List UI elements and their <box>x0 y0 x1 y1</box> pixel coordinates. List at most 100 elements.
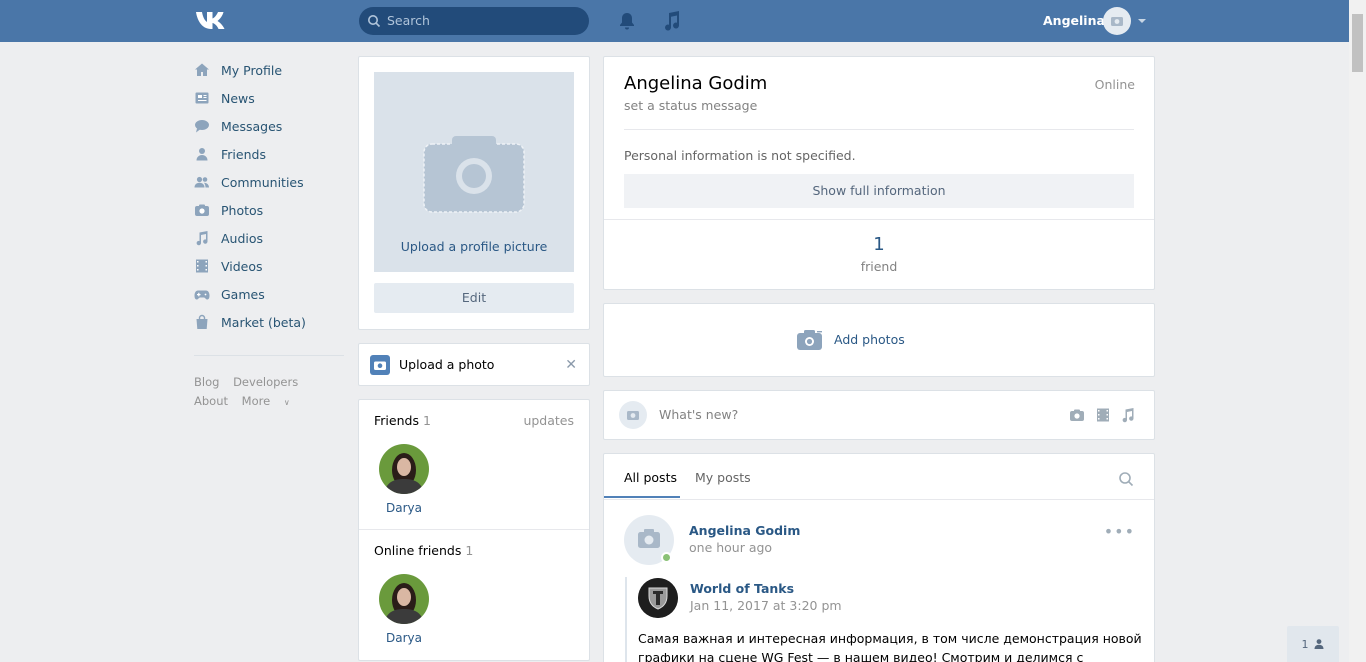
show-full-info-button[interactable]: Show full information <box>624 174 1134 208</box>
search-icon[interactable] <box>1118 471 1134 487</box>
camera-icon <box>797 330 822 350</box>
nav-label: Videos <box>221 258 263 274</box>
friend-name[interactable]: Darya <box>374 501 434 515</box>
repost-timestamp[interactable]: Jan 11, 2017 at 3:20 pm <box>690 598 842 613</box>
search-icon <box>368 15 381 28</box>
nav-item-messages[interactable]: Messages <box>194 112 344 140</box>
footer-links: Blog Developers About More ∨ <box>194 373 344 412</box>
camera-icon <box>423 136 525 213</box>
communities-icon <box>194 176 209 188</box>
search-box[interactable]: Search <box>359 7 589 35</box>
nav-label: Photos <box>221 202 264 218</box>
nav-label: Games <box>221 286 265 302</box>
friends-online-count: 1 <box>1301 637 1309 651</box>
friends-title[interactable]: Friends 1 <box>374 413 431 428</box>
whats-new-input[interactable]: What's new? <box>659 407 738 422</box>
post-author-name[interactable]: Angelina Godim <box>689 523 800 538</box>
top-bar: Search Angelina <box>0 0 1349 42</box>
nav-item-communities[interactable]: Communities <box>194 168 344 196</box>
repost-author-name[interactable]: World of Tanks <box>690 581 794 596</box>
online-friend-name[interactable]: Darya <box>374 631 434 645</box>
status-message[interactable]: set a status message <box>624 98 757 113</box>
friends-title-label: Friends <box>374 413 419 428</box>
online-status: Online <box>1094 77 1135 92</box>
online-friends-title[interactable]: Online friends 1 <box>374 543 473 558</box>
active-tab-indicator <box>604 496 680 498</box>
vk-logo[interactable] <box>194 9 228 31</box>
repost-author-avatar[interactable] <box>638 578 678 618</box>
friend-avatar[interactable] <box>379 444 429 494</box>
online-indicator <box>661 552 672 563</box>
nav-item-videos[interactable]: Videos <box>194 252 344 280</box>
nav-label: Audios <box>221 230 264 246</box>
upload-photo-card[interactable]: Upload a photo ✕ <box>358 343 590 386</box>
add-photos-label: Add photos <box>834 332 905 347</box>
info-divider <box>624 129 1134 130</box>
camera-icon <box>195 204 209 216</box>
gamepad-icon <box>194 290 210 300</box>
camera-icon[interactable] <box>1069 407 1085 423</box>
left-nav: My Profile News Messages Friends Communi… <box>194 56 344 336</box>
friends-divider <box>359 529 589 530</box>
nav-divider <box>194 355 344 356</box>
friends-online-button[interactable]: 1 <box>1287 626 1339 662</box>
nav-item-games[interactable]: Games <box>194 280 344 308</box>
bag-icon <box>196 314 208 329</box>
info-divider-2 <box>604 219 1154 220</box>
top-user-name[interactable]: Angelina <box>1043 13 1105 28</box>
nav-label: Market (beta) <box>221 314 306 330</box>
top-avatar[interactable] <box>1103 7 1131 35</box>
search-input[interactable]: Search <box>387 7 430 35</box>
footer-developers-link[interactable]: Developers <box>233 375 298 389</box>
footer-blog-link[interactable]: Blog <box>194 375 219 389</box>
footer-about-link[interactable]: About <box>194 394 228 408</box>
chevron-down-icon: ∨ <box>283 398 290 407</box>
bell-icon[interactable] <box>617 11 637 31</box>
tabs-divider <box>604 499 1154 500</box>
profile-photo-placeholder[interactable]: Upload a profile picture <box>374 72 574 272</box>
nav-item-news[interactable]: News <box>194 84 344 112</box>
friend-counter-label[interactable]: friend <box>604 259 1154 274</box>
music-icon[interactable] <box>1120 407 1136 423</box>
scrollbar[interactable] <box>1349 0 1366 662</box>
wall-card: All posts My posts Angelina Godim one ho… <box>603 453 1155 662</box>
scrollbar-thumb[interactable] <box>1352 14 1363 72</box>
friend-counter-value[interactable]: 1 <box>604 234 1154 255</box>
close-icon[interactable]: ✕ <box>565 357 577 373</box>
online-friend-avatar[interactable] <box>379 574 429 624</box>
profile-info-card: Angelina Godim set a status message Onli… <box>603 56 1155 290</box>
chevron-down-icon[interactable] <box>1138 19 1146 23</box>
nav-item-friends[interactable]: Friends <box>194 140 344 168</box>
nav-label: Communities <box>221 174 304 190</box>
news-icon <box>195 92 209 104</box>
nav-item-my-profile[interactable]: My Profile <box>194 56 344 84</box>
film-icon <box>196 259 208 273</box>
more-options-icon[interactable]: ••• <box>1104 522 1135 541</box>
home-icon <box>195 63 209 76</box>
friends-updates-link[interactable]: updates <box>523 413 574 428</box>
nav-label: News <box>221 90 255 106</box>
film-icon[interactable] <box>1095 407 1111 423</box>
post-text: Самая важная и интересная информация, в … <box>638 631 1142 662</box>
friends-card: Friends 1 updates Darya Online friends 1 D… <box>358 399 590 661</box>
nav-item-photos[interactable]: Photos <box>194 196 344 224</box>
edit-button[interactable]: Edit <box>374 283 574 313</box>
add-photos-card[interactable]: Add photos <box>603 303 1155 377</box>
messages-icon <box>195 120 209 133</box>
upload-profile-picture-link[interactable]: Upload a profile picture <box>374 239 574 254</box>
nav-label: Friends <box>221 146 266 162</box>
post-timestamp[interactable]: one hour ago <box>689 540 772 555</box>
camera-icon <box>370 355 390 375</box>
nav-item-audios[interactable]: Audios <box>194 224 344 252</box>
nav-item-market[interactable]: Market (beta) <box>194 308 344 336</box>
nav-label: Messages <box>221 118 283 134</box>
music-icon <box>196 231 208 246</box>
music-icon[interactable] <box>662 10 682 32</box>
avatar <box>619 401 647 429</box>
page-title: Angelina Godim <box>624 73 768 94</box>
tab-my-posts[interactable]: My posts <box>695 470 751 485</box>
friend-icon <box>1314 639 1323 649</box>
online-friends-title-label: Online friends <box>374 543 462 558</box>
footer-more-link[interactable]: More ∨ <box>242 394 300 408</box>
tab-all-posts[interactable]: All posts <box>624 470 677 485</box>
